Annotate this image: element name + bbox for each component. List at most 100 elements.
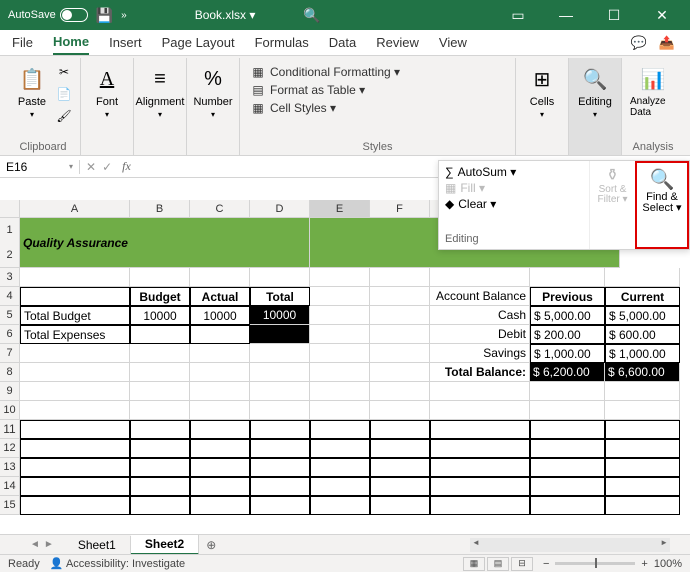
cancel-formula-icon[interactable]: ✕: [86, 160, 96, 174]
group-number: % Number▾: [187, 58, 240, 155]
cell-styles-icon: ▦: [250, 101, 266, 115]
page-break-view-icon[interactable]: ⊟: [511, 557, 533, 571]
enter-formula-icon[interactable]: ✓: [102, 160, 112, 174]
analyze-icon: 📊: [638, 64, 668, 94]
clear-button[interactable]: ◆Clear ▾: [445, 197, 583, 211]
tab-formulas[interactable]: Formulas: [255, 31, 309, 54]
conditional-formatting-button[interactable]: ▦Conditional Formatting ▾: [250, 64, 400, 80]
share-icon[interactable]: 📤: [656, 33, 678, 53]
col-header[interactable]: B: [130, 200, 190, 217]
table-row: 13: [0, 458, 690, 477]
save-icon[interactable]: 💾: [96, 7, 113, 24]
banner-title[interactable]: Quality Assurance: [20, 218, 310, 268]
magnifier-icon: 🔍: [580, 64, 610, 94]
table-row: 8 Total Balance: $ 6,200.00 $ 6,600.00: [0, 363, 690, 382]
close-icon[interactable]: ✕: [642, 0, 682, 30]
group-cells: ⊞ Cells▾: [516, 58, 569, 155]
minimize-icon[interactable]: —: [546, 0, 586, 30]
cells-button[interactable]: ⊞ Cells▾: [522, 62, 562, 121]
tab-insert[interactable]: Insert: [109, 31, 142, 54]
file-name[interactable]: Book.xlsx ▾: [195, 8, 256, 22]
tab-page-layout[interactable]: Page Layout: [162, 31, 235, 54]
sheet-nav-next-icon[interactable]: ►: [44, 539, 54, 550]
col-header[interactable]: F: [370, 200, 430, 217]
comments-icon[interactable]: 💬: [628, 33, 650, 53]
format-as-table-button[interactable]: ▤Format as Table ▾: [250, 82, 400, 98]
sheet-tab[interactable]: Sheet1: [64, 536, 131, 554]
table-row: 3: [0, 268, 690, 287]
name-box[interactable]: E16▾: [0, 160, 80, 174]
zoom-level[interactable]: 100%: [654, 558, 682, 570]
qat-more-icon[interactable]: »: [121, 10, 127, 21]
paste-button[interactable]: 📋 Paste▾: [12, 62, 52, 121]
tab-file[interactable]: File: [12, 31, 33, 54]
autosum-button[interactable]: ∑AutoSum ▾: [445, 165, 583, 179]
autosave-toggle[interactable]: AutoSave: [8, 8, 88, 22]
alignment-button[interactable]: ≡ Alignment▾: [140, 62, 180, 121]
maximize-icon[interactable]: ☐: [594, 0, 634, 30]
sheet-tabs: ◄ ► Sheet1 Sheet2 ⊕: [0, 534, 690, 554]
group-clipboard: 📋 Paste▾ ✂ 📄 🖌 Clipboard: [6, 58, 81, 155]
ribbon-display-icon[interactable]: ▭: [498, 0, 538, 30]
copy-icon[interactable]: 📄: [54, 84, 74, 104]
find-select-button[interactable]: 🔍 Find & Select ▾: [635, 161, 689, 249]
toggle-off-icon[interactable]: [60, 8, 88, 22]
cut-icon[interactable]: ✂: [54, 62, 74, 82]
accessibility-status[interactable]: 👤 Accessibility: Investigate: [50, 557, 185, 570]
ribbon-tabs: File Home Insert Page Layout Formulas Da…: [0, 30, 690, 56]
table-row: 14: [0, 477, 690, 496]
normal-view-icon[interactable]: ▦: [463, 557, 485, 571]
fill-button[interactable]: ▦Fill ▾: [445, 181, 583, 195]
table-row: 4 Budget Actual Total Account Balance Pr…: [0, 287, 690, 306]
worksheet-grid[interactable]: A B C D E F G H I 12 Quality Assurance W…: [0, 200, 690, 534]
ribbon: 📋 Paste▾ ✂ 📄 🖌 Clipboard A Font▾ ≡ Align…: [0, 56, 690, 156]
zoom-slider[interactable]: [555, 562, 635, 565]
cond-format-icon: ▦: [250, 65, 266, 79]
search-icon[interactable]: 🔍: [303, 7, 320, 24]
group-font: A Font▾: [81, 58, 134, 155]
editing-button[interactable]: 🔍 Editing▾: [575, 62, 615, 121]
col-header[interactable]: D: [250, 200, 310, 217]
col-header[interactable]: E: [310, 200, 370, 217]
tab-data[interactable]: Data: [329, 31, 356, 54]
table-row: 12: [0, 439, 690, 458]
col-header[interactable]: A: [20, 200, 130, 217]
zoom-in-button[interactable]: +: [641, 558, 647, 570]
format-painter-icon[interactable]: 🖌: [54, 106, 74, 126]
font-button[interactable]: A Font▾: [87, 62, 127, 121]
group-styles: ▦Conditional Formatting ▾ ▤Format as Tab…: [240, 58, 516, 155]
filter-icon: ⚱: [606, 165, 619, 185]
row-header[interactable]: 12: [0, 218, 20, 268]
fx-icon[interactable]: fx: [122, 159, 131, 174]
sigma-icon: ∑: [445, 165, 454, 179]
add-sheet-button[interactable]: ⊕: [199, 538, 223, 552]
zoom-out-button[interactable]: −: [543, 558, 549, 570]
table-row: 9: [0, 382, 690, 401]
percent-icon: %: [198, 64, 228, 94]
tab-review[interactable]: Review: [376, 31, 419, 54]
number-button[interactable]: % Number▾: [193, 62, 233, 121]
status-ready: Ready: [8, 558, 40, 570]
col-header[interactable]: C: [190, 200, 250, 217]
eraser-icon: ◆: [445, 197, 454, 211]
select-all-corner[interactable]: [0, 200, 20, 217]
sheet-tab[interactable]: Sheet2: [131, 535, 199, 555]
horizontal-scrollbar[interactable]: [470, 538, 670, 552]
status-bar: Ready 👤 Accessibility: Investigate ▦ ▤ ⊟…: [0, 554, 690, 572]
tab-home[interactable]: Home: [53, 30, 89, 55]
group-analysis: 📊 Analyze Data Analysis: [622, 58, 684, 155]
table-icon: ▤: [250, 83, 266, 97]
align-icon: ≡: [145, 64, 175, 94]
analyze-data-button[interactable]: 📊 Analyze Data: [628, 62, 678, 120]
cells-icon: ⊞: [527, 64, 557, 94]
sort-filter-button[interactable]: ⚱ Sort & Filter ▾: [589, 161, 635, 249]
table-row: 15: [0, 496, 690, 515]
title-bar: AutoSave 💾 » Book.xlsx ▾ 🔍 ▭ — ☐ ✕: [0, 0, 690, 30]
cell-styles-button[interactable]: ▦Cell Styles ▾: [250, 100, 400, 116]
tab-view[interactable]: View: [439, 31, 467, 54]
clipboard-icon: 📋: [17, 64, 47, 94]
find-icon: 🔍: [650, 167, 675, 192]
fill-icon: ▦: [445, 181, 456, 195]
page-layout-view-icon[interactable]: ▤: [487, 557, 509, 571]
sheet-nav-prev-icon[interactable]: ◄: [30, 539, 40, 550]
